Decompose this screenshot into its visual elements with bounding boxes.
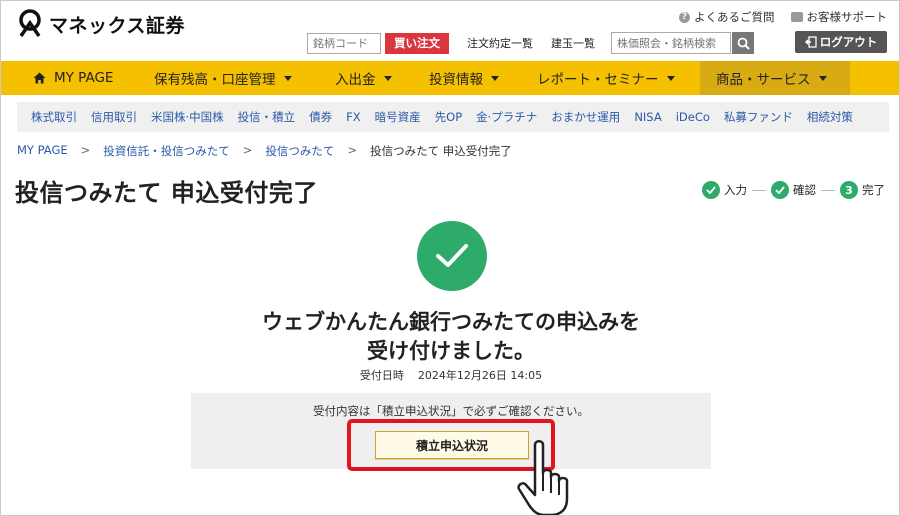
logout-icon bbox=[804, 36, 817, 48]
caret-down-icon bbox=[818, 75, 827, 81]
subnav-us-cn-stock[interactable]: 米国株·中国株 bbox=[151, 109, 224, 125]
reception-date-label: 受付日時 bbox=[359, 369, 404, 382]
caret-down-icon bbox=[491, 75, 499, 81]
progress-steps: 入力 確認 3 完了 bbox=[702, 181, 885, 199]
stock-search-input[interactable] bbox=[611, 32, 731, 54]
checkmark-icon bbox=[702, 181, 720, 199]
subnav-bonds[interactable]: 債券 bbox=[309, 109, 332, 125]
main-navigation: MY PAGE 保有残高・口座管理 入出金 投資情報 レポート・セミナー 商品・… bbox=[1, 61, 899, 95]
step-connector bbox=[821, 189, 835, 191]
breadcrumb-current: 投信つみたて 申込受付完了 bbox=[370, 144, 512, 158]
breadcrumb-separator: > bbox=[80, 143, 91, 157]
subnav-private-fund[interactable]: 私募ファンド bbox=[724, 109, 793, 125]
buy-order-button[interactable]: 買い注文 bbox=[385, 32, 449, 54]
search-button[interactable] bbox=[732, 32, 754, 54]
nav-reports-label: レポート・セミナー bbox=[537, 72, 659, 88]
subnav-crypto[interactable]: 暗号資産 bbox=[375, 109, 421, 125]
page-title: 投信つみたて 申込受付完了 bbox=[15, 179, 318, 207]
subnav-ideco[interactable]: iDeCo bbox=[676, 110, 710, 124]
breadcrumb-mypage[interactable]: MY PAGE bbox=[17, 143, 68, 159]
breadcrumb-fund-accumulation[interactable]: 投信つみたて bbox=[265, 143, 334, 159]
logout-button[interactable]: ログアウト bbox=[795, 31, 887, 53]
nav-holdings-label: 保有残高・口座管理 bbox=[154, 72, 276, 88]
support-link-label: お客様サポート bbox=[806, 10, 888, 24]
search-icon bbox=[737, 37, 750, 50]
home-icon bbox=[33, 72, 46, 84]
completion-message-line1: ウェブかんたん銀行つみたての申込みを bbox=[262, 310, 640, 334]
help-link-label: よくあるご質問 bbox=[694, 10, 775, 24]
position-list-link[interactable]: 建玉一覧 bbox=[551, 35, 595, 51]
page-frame: マネックス証券 ? よくあるご質問 お客様サポート 買い注文 注文約定一覧 建玉… bbox=[0, 0, 900, 516]
nav-holdings[interactable]: 保有残高・口座管理 bbox=[154, 61, 292, 95]
step-complete: 3 完了 bbox=[840, 181, 885, 199]
header-tools: 買い注文 注文約定一覧 建玉一覧 bbox=[307, 32, 754, 54]
nav-products[interactable]: 商品・サービス bbox=[700, 61, 850, 95]
step-input: 入力 bbox=[702, 181, 747, 199]
nav-products-label: 商品・サービス bbox=[716, 72, 811, 88]
subnav-margin[interactable]: 信用取引 bbox=[91, 109, 137, 125]
stock-search bbox=[611, 32, 754, 54]
caret-down-icon bbox=[666, 75, 675, 81]
pointing-hand-icon bbox=[517, 440, 569, 515]
subnav-inheritance[interactable]: 相続対策 bbox=[807, 109, 853, 125]
chat-icon bbox=[790, 12, 803, 22]
subnav-futures-options[interactable]: 先OP bbox=[435, 109, 463, 125]
breadcrumb-separator: > bbox=[347, 143, 358, 157]
subnav-stock[interactable]: 株式取引 bbox=[31, 109, 77, 125]
step-connector bbox=[752, 189, 766, 191]
caret-down-icon bbox=[283, 75, 292, 81]
step-confirm: 確認 bbox=[771, 181, 816, 199]
order-list-link[interactable]: 注文約定一覧 bbox=[467, 35, 533, 51]
breadcrumb-funds[interactable]: 投資信託・投信つみたて bbox=[103, 143, 230, 159]
subnav-nisa[interactable]: NISA bbox=[634, 110, 661, 124]
nav-mypage-label: MY PAGE bbox=[54, 70, 114, 86]
step-number: 3 bbox=[840, 181, 858, 199]
nav-mypage[interactable]: MY PAGE bbox=[33, 61, 113, 95]
reception-date-value: 2024年12月26日 14:05 bbox=[417, 369, 543, 382]
step-confirm-label: 確認 bbox=[793, 183, 816, 197]
brand-name: マネックス証券 bbox=[49, 14, 185, 37]
brand-logo[interactable]: マネックス証券 bbox=[15, 9, 185, 39]
completion-message-line2: 受け付けました。 bbox=[367, 339, 535, 363]
nav-deposit-label: 入出金 bbox=[335, 72, 376, 88]
caret-down-icon bbox=[383, 75, 392, 81]
breadcrumb: MY PAGE > 投資信託・投信つみたて > 投信つみたて > 投信つみたて … bbox=[17, 143, 512, 159]
completion-message: ウェブかんたん銀行つみたての申込みを 受け付けました。 bbox=[151, 308, 751, 366]
help-link[interactable]: ? よくあるご質問 bbox=[679, 9, 775, 25]
breadcrumb-separator: > bbox=[242, 143, 253, 157]
support-link[interactable]: お客様サポート bbox=[790, 9, 888, 25]
step-complete-label: 完了 bbox=[862, 183, 885, 197]
logout-label: ログアウト bbox=[819, 35, 878, 49]
subnav-gold[interactable]: 金·プラチナ bbox=[476, 109, 537, 125]
subnav-fx[interactable]: FX bbox=[346, 110, 361, 124]
subnav-funds[interactable]: 投信・積立 bbox=[238, 109, 296, 125]
reception-datetime: 受付日時 2024年12月26日 14:05 bbox=[151, 367, 751, 383]
checkmark-icon bbox=[771, 181, 789, 199]
sub-navigation: 株式取引 信用取引 米国株·中国株 投信・積立 債券 FX 暗号資産 先OP 金… bbox=[17, 102, 889, 132]
subnav-robo[interactable]: おまかせ運用 bbox=[551, 109, 620, 125]
nav-reports[interactable]: レポート・セミナー bbox=[537, 61, 675, 95]
nav-deposit[interactable]: 入出金 bbox=[335, 61, 392, 95]
info-text: 受付内容は「積立申込状況」で必ずご確認ください。 bbox=[313, 404, 589, 418]
step-input-label: 入力 bbox=[724, 183, 747, 197]
success-check-icon bbox=[417, 221, 487, 291]
stock-code-input[interactable] bbox=[307, 32, 381, 54]
utility-links: ? よくあるご質問 お客様サポート bbox=[679, 9, 887, 25]
monex-logo-icon bbox=[19, 9, 41, 37]
nav-investment-info[interactable]: 投資情報 bbox=[429, 61, 499, 95]
nav-investment-info-label: 投資情報 bbox=[429, 72, 483, 88]
question-icon: ? bbox=[679, 11, 690, 23]
